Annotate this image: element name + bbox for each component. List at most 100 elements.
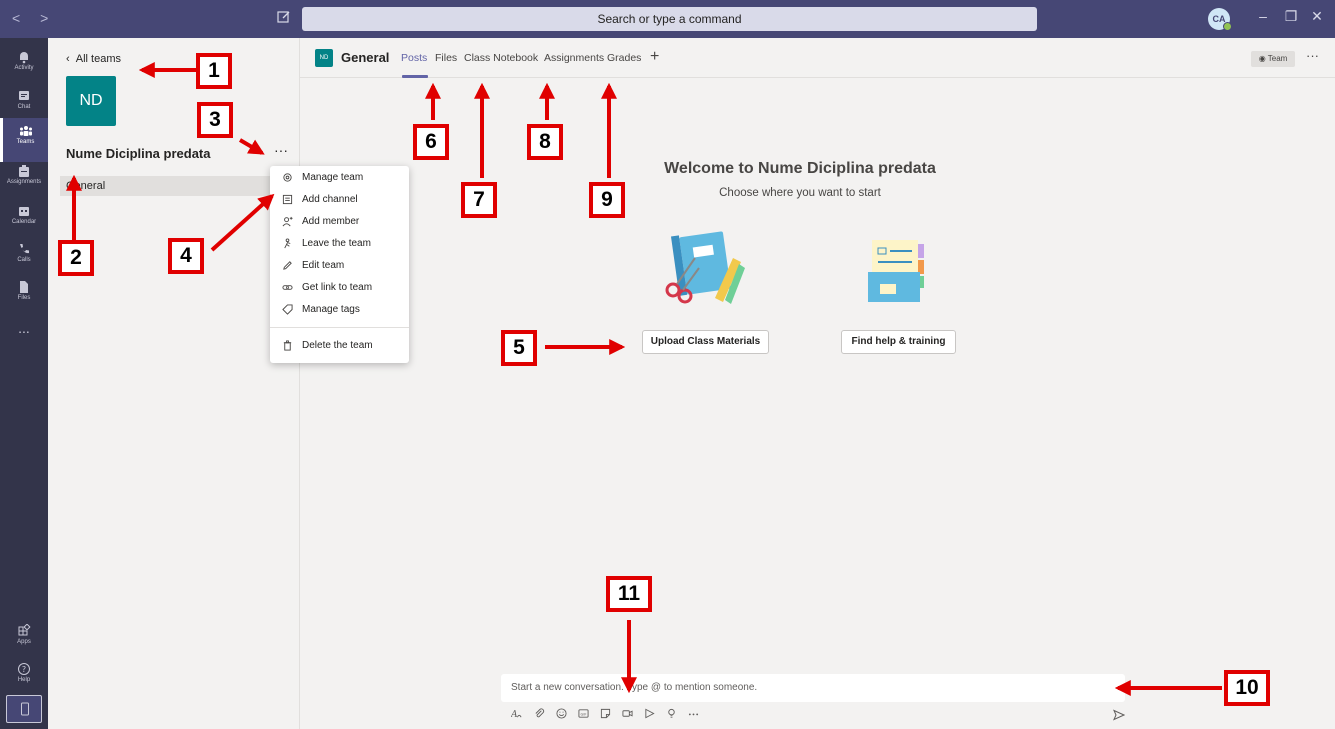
rail-item-teams[interactable]: Teams [0, 118, 48, 162]
attach-icon[interactable] [534, 708, 545, 719]
menu-item-edit-team[interactable]: Edit team [270, 255, 409, 277]
rail-label: Calendar [11, 219, 37, 225]
presence-status-icon [1223, 22, 1232, 31]
menu-item-label: Leave the team [302, 238, 371, 249]
assignments-icon [19, 165, 29, 177]
chevron-left-icon: ‹ [66, 53, 76, 65]
tab-class-notebook[interactable]: Class Notebook [464, 52, 538, 64]
upload-class-materials-button[interactable]: Upload Class Materials [642, 330, 769, 354]
menu-item-label: Manage tags [302, 304, 360, 315]
send-icon[interactable] [1113, 709, 1125, 721]
annotation-9: 9 [589, 182, 625, 218]
title-bar: < > Search or type a command CA – ❐ ✕ [0, 0, 1335, 38]
menu-item-label: Get link to team [302, 282, 373, 293]
tab-posts[interactable]: Posts [401, 52, 427, 64]
menu-item-delete-team[interactable]: Delete the team [270, 335, 409, 357]
more-options-icon[interactable] [688, 708, 699, 719]
app-rail: Activity Chat Teams Assignments Calendar… [0, 38, 48, 729]
rail-label: Apps [17, 639, 31, 645]
leave-icon [284, 238, 291, 249]
close-icon[interactable]: ✕ [1307, 8, 1327, 25]
bell-icon [20, 52, 28, 64]
menu-item-label: Add channel [302, 194, 358, 205]
device-button[interactable] [6, 695, 42, 723]
active-tab-indicator [402, 75, 428, 78]
menu-item-label: Delete the team [302, 340, 373, 351]
phone-icon [20, 244, 29, 254]
tab-assignments[interactable]: Assignments [544, 52, 604, 64]
rail-label: Activity [14, 65, 34, 71]
annotation-3: 3 [197, 102, 233, 138]
tab-grades[interactable]: Grades [607, 52, 641, 64]
team-view-label: Team [1267, 54, 1288, 63]
rail-label: Files [17, 295, 31, 301]
rail-item-activity[interactable]: Activity [0, 44, 48, 88]
trash-icon [283, 340, 292, 351]
device-icon [21, 702, 29, 716]
class-materials-illustration [665, 231, 745, 304]
eye-icon: ◉ [1258, 54, 1268, 63]
add-tab-button[interactable]: + [650, 48, 659, 66]
menu-item-manage-team[interactable]: Manage team [270, 167, 409, 189]
channel-item-general[interactable]: General [60, 176, 300, 196]
welcome-subtitle: Choose where you want to start [719, 187, 881, 199]
rail-item-assignments[interactable]: Assignments [0, 158, 48, 202]
team-avatar: ND [66, 76, 116, 126]
channel-header: ND General Posts Files Class Notebook As… [300, 38, 1335, 78]
back-forward-arrows[interactable]: < > [12, 10, 56, 26]
tab-files[interactable]: Files [435, 52, 457, 64]
svg-text:A: A [511, 709, 518, 719]
menu-item-manage-tags[interactable]: Manage tags [270, 299, 409, 321]
all-teams-link[interactable]: ‹ All teams [66, 53, 121, 65]
annotation-5: 5 [501, 330, 537, 366]
header-more-button[interactable]: ··· [1306, 48, 1319, 63]
annotation-8: 8 [527, 124, 563, 160]
rail-label: Teams [16, 139, 35, 145]
team-context-menu: Manage team Add channel Add member Leave… [270, 166, 409, 363]
gear-icon [283, 173, 292, 182]
menu-item-leave-team[interactable]: Leave the team [270, 233, 409, 255]
team-view-button[interactable]: ◉ Team [1251, 51, 1295, 67]
meet-now-icon[interactable] [622, 708, 633, 719]
channel-avatar: ND [315, 49, 333, 67]
menu-item-add-member[interactable]: Add member [270, 211, 409, 233]
channel-title: General [341, 50, 390, 65]
menu-item-get-link[interactable]: Get link to team [270, 277, 409, 299]
stream-icon[interactable] [644, 708, 655, 719]
annotation-7: 7 [461, 182, 497, 218]
new-conversation-input[interactable]: Start a new conversation. Type @ to ment… [501, 674, 1125, 702]
help-icon: ? [18, 663, 30, 675]
rail-item-files[interactable]: Files [0, 274, 48, 318]
channel-icon [282, 194, 293, 205]
menu-item-add-channel[interactable]: Add channel [270, 189, 409, 211]
annotation-6: 6 [413, 124, 449, 160]
rail-item-help[interactable]: ? Help [0, 656, 48, 700]
team-more-options-button[interactable]: ··· [274, 142, 288, 158]
search-input[interactable]: Search or type a command [302, 7, 1037, 31]
rail-label: Assignments [6, 179, 42, 185]
gif-icon[interactable]: GIF [578, 708, 589, 719]
minimize-icon[interactable]: – [1253, 8, 1273, 24]
calendar-icon [19, 207, 29, 216]
link-icon [282, 285, 293, 290]
menu-item-label: Add member [302, 216, 360, 227]
compose-icon[interactable] [276, 9, 292, 25]
rail-label: Chat [17, 104, 31, 110]
svg-text:GIF: GIF [580, 712, 586, 716]
rail-more-button[interactable]: ... [0, 318, 48, 362]
format-icon[interactable]: A [511, 708, 522, 719]
chat-icon [19, 91, 29, 100]
all-teams-label: All teams [75, 53, 122, 65]
pencil-icon [283, 261, 292, 270]
sticker-icon[interactable] [600, 708, 611, 719]
team-panel: ‹ All teams ND Nume Diciplina predata ··… [48, 38, 300, 729]
welcome-title: Welcome to Nume Diciplina predata [664, 160, 936, 177]
find-help-training-button[interactable]: Find help & training [841, 330, 956, 354]
add-person-icon [282, 216, 293, 227]
restore-icon[interactable]: ❐ [1281, 8, 1301, 25]
teams-icon [19, 126, 32, 136]
menu-item-label: Manage team [302, 172, 364, 183]
praise-icon[interactable] [666, 708, 677, 719]
emoji-icon[interactable] [556, 708, 567, 719]
rail-label: Help [17, 677, 31, 683]
